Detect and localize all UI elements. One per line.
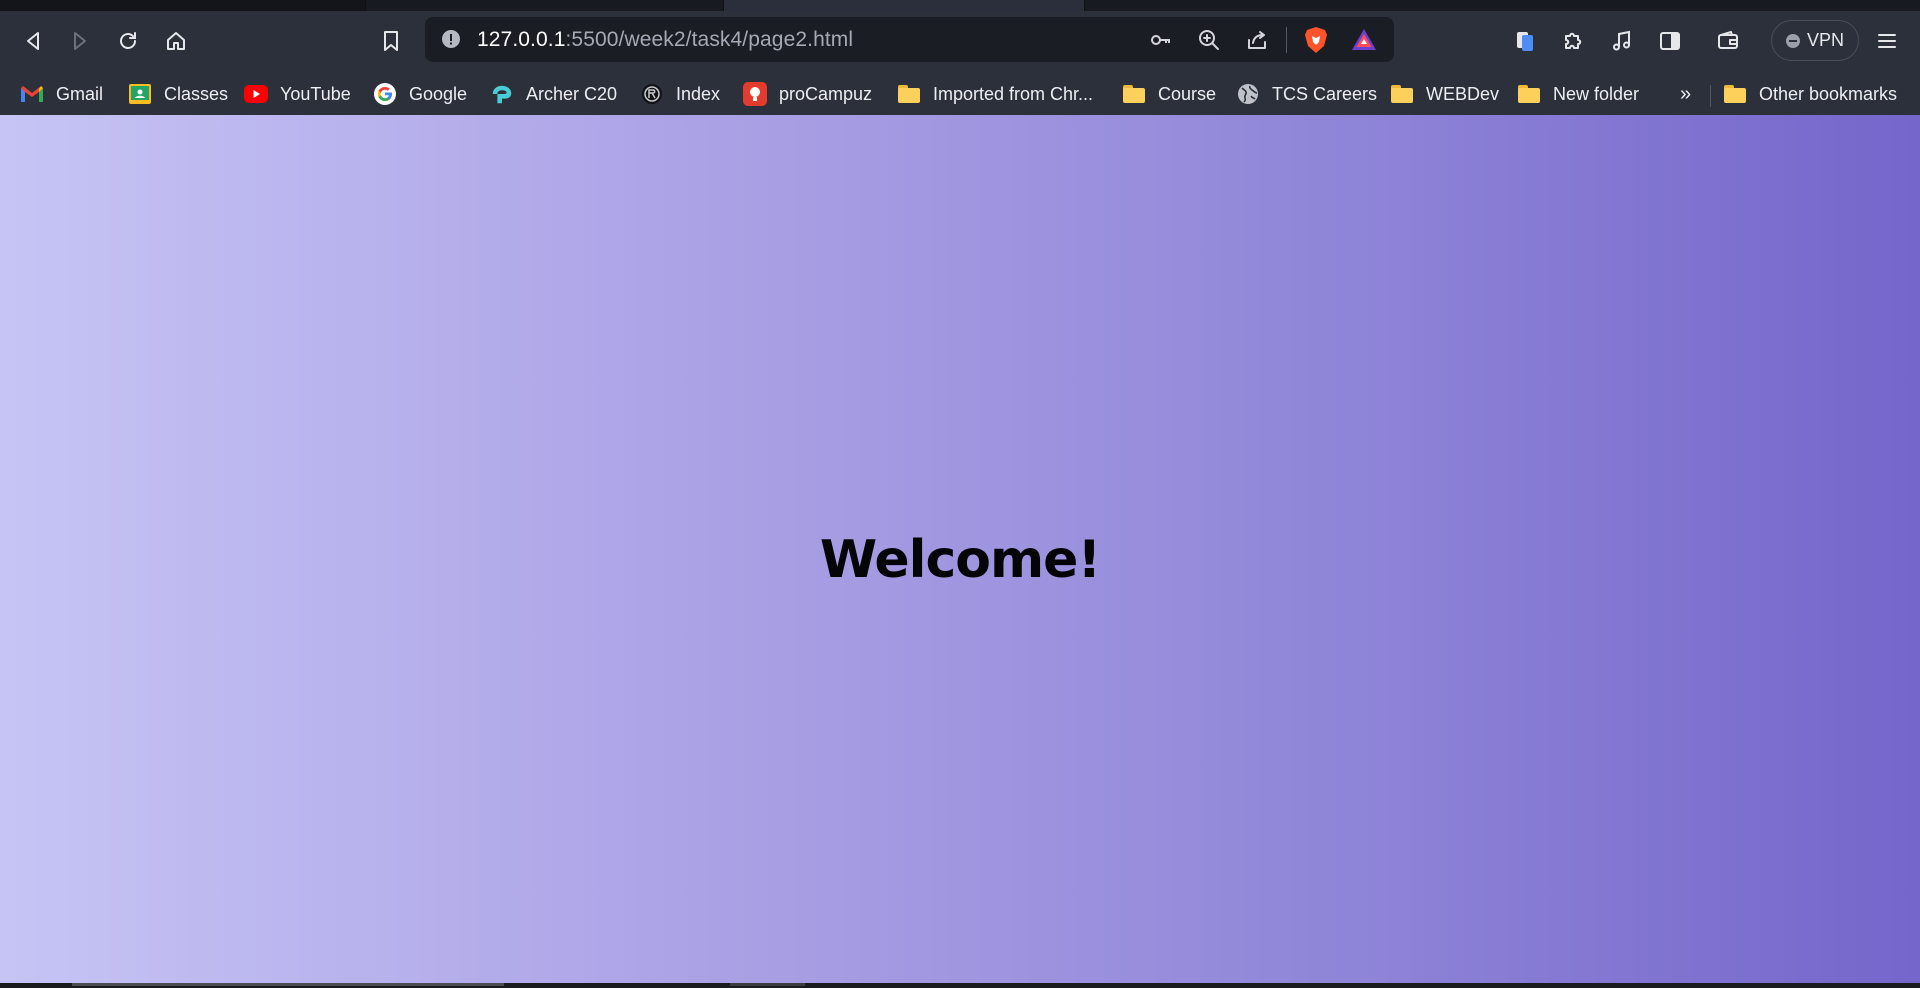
page-content: Welcome! (0, 115, 1920, 983)
back-button[interactable] (15, 23, 51, 59)
home-button[interactable] (158, 23, 194, 59)
bookmark-label: Gmail (56, 83, 104, 104)
welcome-heading: Welcome! (819, 530, 1101, 590)
scrollbar-thumb[interactable] (72, 983, 504, 986)
password-key-icon[interactable] (1146, 25, 1176, 55)
bookmark-gmail[interactable]: Gmail (20, 79, 103, 109)
gmail-icon (20, 82, 44, 106)
tab-strip (0, 0, 1920, 11)
folder-icon (897, 82, 921, 106)
bookmark-label: WEBDev (1426, 83, 1500, 104)
bookmarks-divider (1710, 85, 1711, 107)
bookmark-folder-imported[interactable]: Imported from Chr... (897, 79, 1093, 109)
share-icon[interactable] (1242, 25, 1272, 55)
tab[interactable] (0, 0, 365, 11)
procampuz-icon (743, 82, 767, 106)
other-bookmarks-label: Other bookmarks (1759, 83, 1898, 104)
folder-icon (1517, 82, 1541, 106)
tab-groups-icon[interactable] (1508, 23, 1542, 59)
index-icon (640, 82, 664, 106)
url-path: :5500/week2/task4/page2.html (565, 28, 854, 51)
active-tab[interactable] (724, 0, 1084, 11)
tab[interactable] (366, 0, 723, 11)
bookmark-google[interactable]: Google (373, 79, 467, 109)
bookmark-label: Index (676, 83, 721, 104)
wallet-icon[interactable] (1711, 23, 1745, 59)
main-menu-button[interactable] (1870, 23, 1904, 59)
bookmarks-overflow-button[interactable]: » (1680, 79, 1691, 109)
tplink-icon (490, 82, 514, 106)
omnibox-divider (1286, 27, 1287, 53)
bookmark-label: New folder (1553, 83, 1640, 104)
zoom-icon[interactable] (1194, 25, 1224, 55)
bookmark-icon (384, 31, 398, 51)
reload-button[interactable] (110, 23, 146, 59)
back-arrow-icon (27, 32, 39, 50)
bookmark-label: Imported from Chr... (933, 83, 1094, 104)
brave-rewards-icon[interactable] (1349, 25, 1379, 55)
hamburger-icon (1878, 34, 1896, 48)
browser-toolbar: 127.0.0.1:5500/week2/task4/page2.html VP… (0, 11, 1920, 115)
bookmark-archer-c20[interactable]: Archer C20 (490, 79, 617, 109)
vpn-label: VPN (1806, 30, 1844, 50)
bookmark-folder-new[interactable]: New folder (1517, 79, 1639, 109)
bookmark-label: proCampuz (779, 83, 873, 104)
folder-icon (1390, 82, 1414, 106)
bookmark-label: YouTube (280, 83, 351, 104)
home-icon (167, 32, 185, 50)
other-bookmarks-folder[interactable]: Other bookmarks (1723, 79, 1897, 109)
bookmark-index[interactable]: Index (640, 79, 720, 109)
bookmark-tcs-careers[interactable]: TCS Careers (1236, 79, 1377, 109)
tab[interactable] (1085, 0, 1920, 11)
horizontal-scrollbar[interactable] (0, 983, 1920, 988)
vpn-status-icon (1785, 33, 1800, 48)
bookmark-folder-webdev[interactable]: WEBDev (1390, 79, 1499, 109)
bookmark-label: Archer C20 (526, 83, 618, 104)
media-controls-icon[interactable] (1605, 23, 1639, 59)
scrollbar-segment (730, 983, 805, 986)
bookmark-label: TCS Careers (1272, 83, 1378, 104)
forward-arrow-icon (74, 32, 86, 50)
forward-button[interactable] (62, 23, 98, 59)
folder-icon (1122, 82, 1146, 106)
bookmark-folder-course[interactable]: Course (1122, 79, 1216, 109)
bookmark-procampuz[interactable]: proCampuz (743, 79, 872, 109)
reload-icon (120, 32, 136, 49)
bookmark-label: Google (409, 83, 468, 104)
url-host: 127.0.0.1 (477, 28, 566, 51)
youtube-icon (244, 82, 268, 106)
bookmark-page-button[interactable] (373, 23, 409, 59)
globe-icon (1236, 82, 1260, 106)
google-icon (373, 82, 397, 106)
brave-shields-icon[interactable] (1301, 25, 1331, 55)
folder-icon (1723, 82, 1747, 106)
extensions-icon[interactable] (1556, 23, 1590, 59)
bookmarks-bar: Gmail Classes YouTube Google Archer C20 (0, 73, 1920, 115)
bookmark-youtube[interactable]: YouTube (244, 79, 351, 109)
address-bar[interactable]: 127.0.0.1:5500/week2/task4/page2.html (425, 17, 1394, 62)
bookmark-label: Course (1158, 83, 1217, 104)
site-info-icon[interactable] (441, 29, 461, 49)
sidebar-toggle-icon[interactable] (1653, 23, 1687, 59)
url-text[interactable]: 127.0.0.1:5500/week2/task4/page2.html (477, 28, 853, 52)
chevron-double-right-icon: » (1680, 82, 1692, 105)
bookmark-label: Classes (164, 83, 229, 104)
vpn-button[interactable]: VPN (1771, 20, 1859, 61)
bookmark-classes[interactable]: Classes (128, 79, 228, 109)
classroom-icon (128, 82, 152, 106)
